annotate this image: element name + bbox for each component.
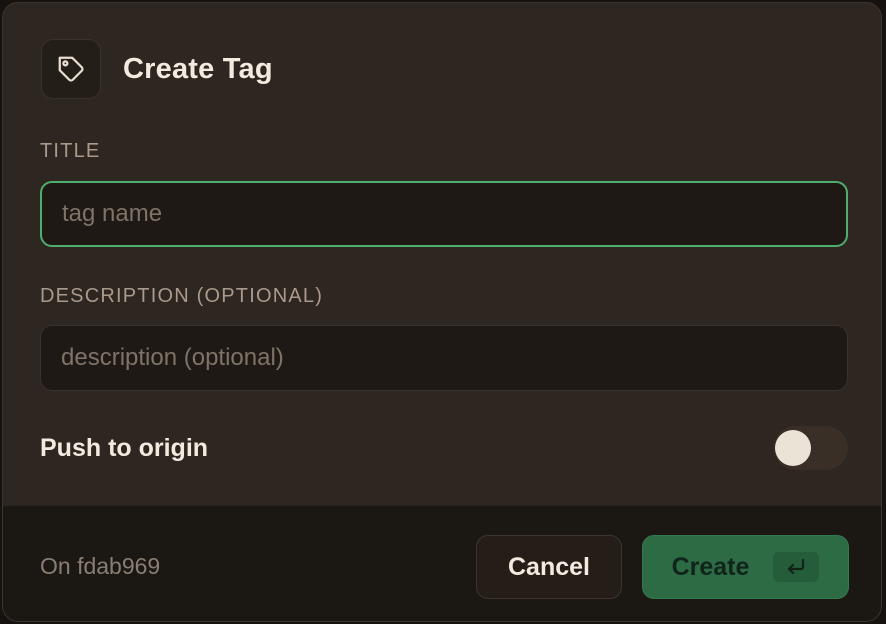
description-input[interactable]: description (optional) bbox=[40, 325, 848, 391]
tag-icon bbox=[58, 56, 84, 82]
enter-key-icon bbox=[773, 552, 820, 582]
description-placeholder: description (optional) bbox=[61, 344, 284, 371]
title-label: TITLE bbox=[40, 140, 101, 162]
cancel-button-label: Cancel bbox=[508, 552, 590, 581]
tag-name-input[interactable]: tag name bbox=[40, 181, 848, 247]
toggle-knob bbox=[775, 430, 811, 466]
create-button[interactable]: Create bbox=[642, 535, 849, 599]
dialog-header: Create Tag bbox=[41, 37, 273, 101]
push-to-origin-row: Push to origin bbox=[40, 425, 848, 471]
tag-name-placeholder: tag name bbox=[62, 200, 163, 227]
dialog-title: Create Tag bbox=[123, 52, 273, 85]
cancel-button[interactable]: Cancel bbox=[476, 535, 622, 599]
tag-icon-box bbox=[41, 39, 101, 99]
dialog-footer: On fdab969 Cancel Create bbox=[3, 505, 881, 621]
push-to-origin-toggle[interactable] bbox=[774, 426, 848, 470]
description-label: DESCRIPTION (OPTIONAL) bbox=[40, 285, 324, 307]
create-tag-dialog: Create Tag TITLE tag name DESCRIPTION (O… bbox=[2, 2, 882, 622]
create-button-label: Create bbox=[671, 552, 750, 581]
commit-ref: On fdab969 bbox=[40, 553, 161, 579]
push-to-origin-label: Push to origin bbox=[40, 433, 209, 462]
